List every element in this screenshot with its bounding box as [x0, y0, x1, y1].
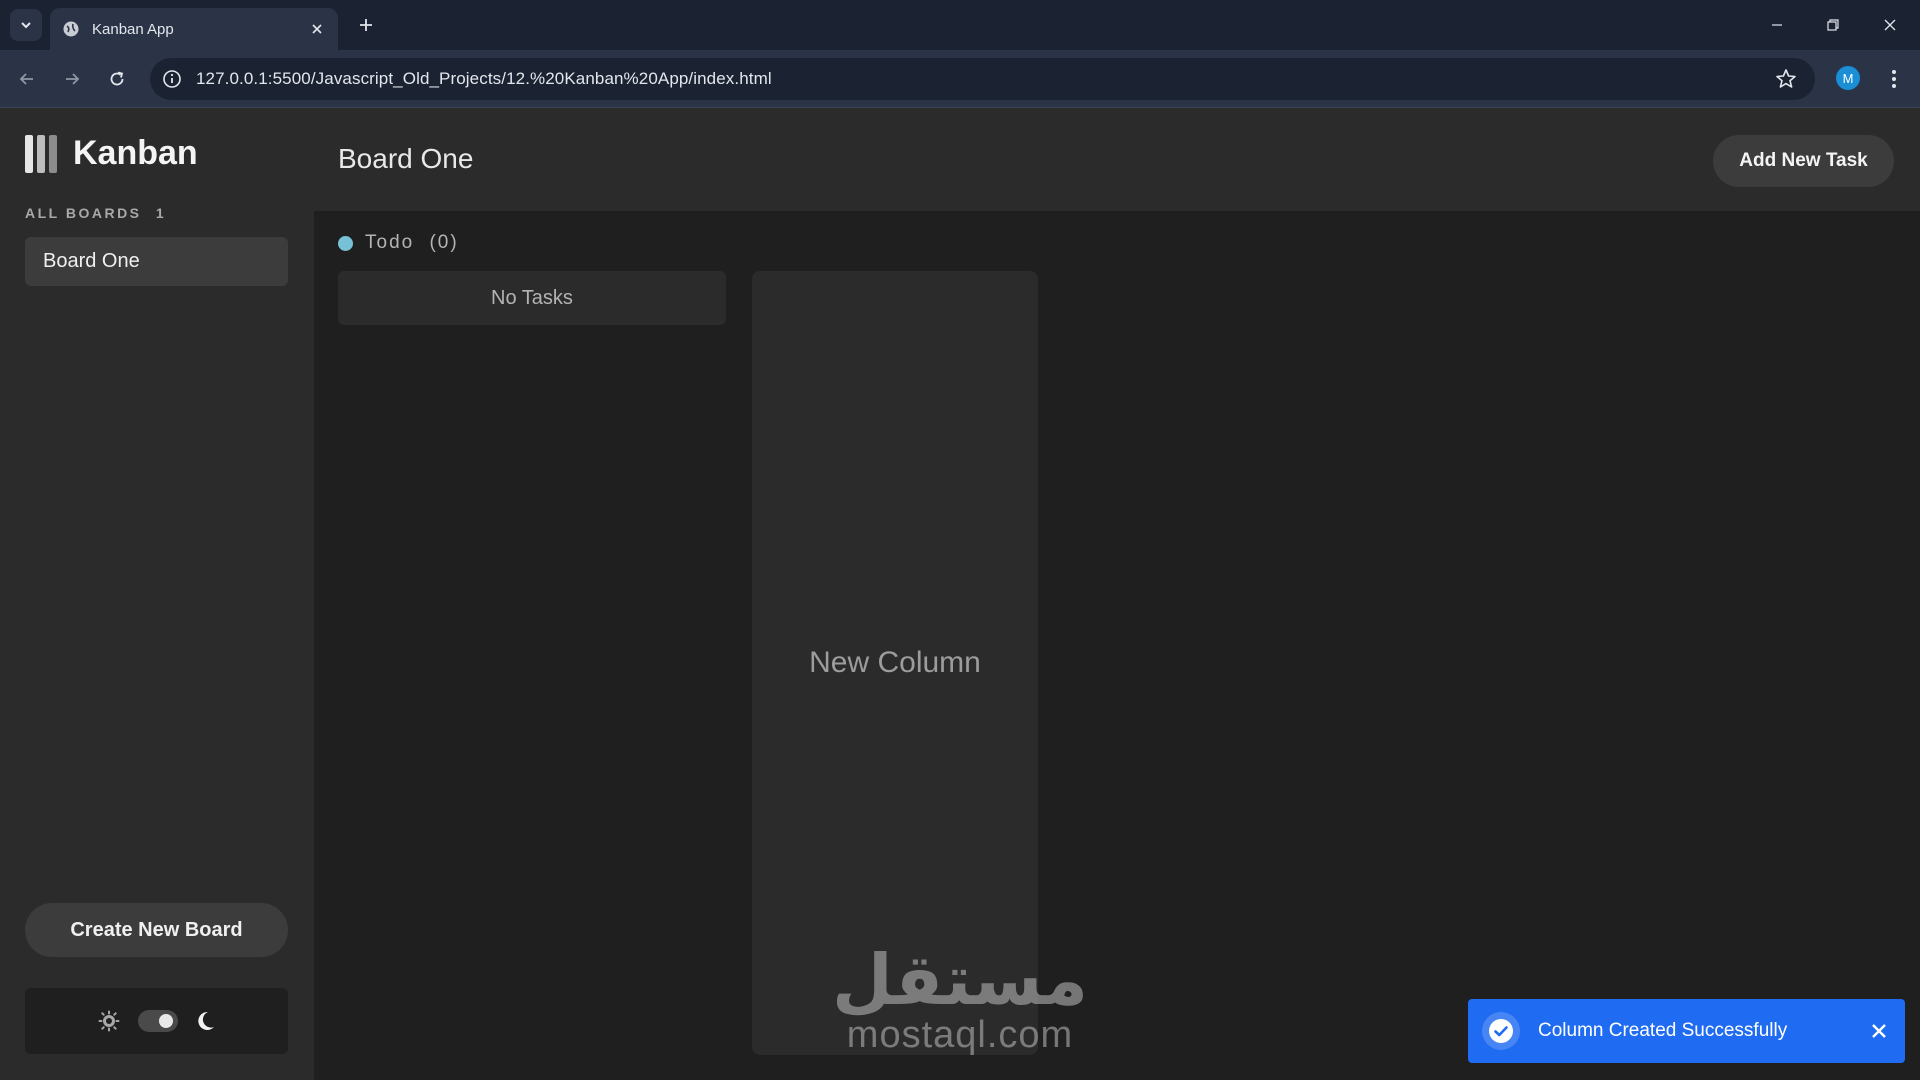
- moon-icon: [197, 1011, 214, 1030]
- kebab-menu-icon: [1892, 70, 1896, 88]
- create-new-board-button[interactable]: Create New Board: [25, 903, 288, 957]
- plus-icon: [360, 19, 372, 31]
- theme-toggle[interactable]: [137, 1010, 178, 1032]
- toast-message: Column Created Successfully: [1538, 1020, 1788, 1041]
- forward-button[interactable]: [60, 67, 84, 91]
- star-icon[interactable]: [1775, 68, 1797, 90]
- restore-button[interactable]: [1821, 13, 1845, 37]
- board-area: Todo (0) No Tasks New Column: [314, 211, 1920, 1080]
- watermark-latin: mostaql.com: [846, 1014, 1074, 1056]
- close-window-button[interactable]: [1878, 13, 1902, 37]
- new-column-button[interactable]: New Column: [752, 271, 1038, 1055]
- success-toast: Column Created Successfully: [1468, 999, 1905, 1063]
- tab-search-button[interactable]: [10, 9, 42, 41]
- theme-toggle-knob: [158, 1014, 173, 1028]
- column-title: Todo (0): [365, 232, 459, 253]
- close-icon: [1884, 19, 1896, 31]
- browser-tabstrip: Kanban App: [0, 0, 1920, 50]
- forward-arrow-icon: [66, 73, 80, 85]
- back-arrow-icon: [19, 73, 33, 85]
- logo: Kanban: [25, 134, 198, 173]
- restore-icon: [1827, 19, 1839, 31]
- site-info-icon[interactable]: [162, 69, 182, 89]
- check-circle-icon: [1482, 1012, 1520, 1050]
- minimize-icon: [1772, 24, 1782, 26]
- reload-icon: [110, 71, 124, 86]
- theme-switcher: [25, 988, 288, 1054]
- browser-toolbar: 127.0.0.1:5500/Javascript_Old_Projects/1…: [0, 50, 1920, 108]
- tab-title: Kanban App: [92, 20, 174, 38]
- kanban-logo-icon: [25, 134, 57, 173]
- toast-close-button[interactable]: [1859, 1011, 1899, 1051]
- board-count: 1: [155, 205, 167, 221]
- column-status-dot: [338, 235, 353, 251]
- logo-text: Kanban: [73, 134, 198, 172]
- board-header: Board One Add New Task: [314, 108, 1920, 211]
- close-icon: [312, 24, 322, 34]
- minimize-button[interactable]: [1765, 13, 1789, 37]
- column-header-todo: Todo (0): [338, 232, 459, 254]
- all-boards-heading: ALL BOARDS 1: [25, 205, 166, 221]
- empty-column-placeholder: No Tasks: [338, 271, 726, 325]
- chevron-down-icon: [21, 22, 31, 29]
- close-icon: [1872, 1024, 1886, 1038]
- watermark: مستقل mostaql.com: [832, 945, 1088, 1065]
- back-button[interactable]: [15, 67, 39, 91]
- board-item-label: Board One: [43, 250, 140, 272]
- add-new-task-button[interactable]: Add New Task: [1713, 135, 1894, 187]
- profile-avatar[interactable]: M: [1836, 66, 1860, 90]
- reload-button[interactable]: [105, 67, 129, 91]
- globe-icon: [63, 21, 79, 37]
- page-title: Board One: [338, 143, 474, 174]
- url-text[interactable]: 127.0.0.1:5500/Javascript_Old_Projects/1…: [196, 69, 772, 89]
- sidebar: Kanban ALL BOARDS 1 Board One Create New…: [0, 108, 314, 1080]
- all-boards-label: ALL BOARDS: [25, 205, 142, 221]
- tab-close-button[interactable]: [308, 20, 326, 38]
- watermark-arabic: مستقل: [832, 939, 1089, 1021]
- browser-tab[interactable]: Kanban App: [50, 8, 338, 50]
- sun-icon: [98, 1010, 119, 1032]
- browser-menu-button[interactable]: [1882, 66, 1906, 92]
- address-bar[interactable]: 127.0.0.1:5500/Javascript_Old_Projects/1…: [150, 58, 1815, 100]
- new-tab-button[interactable]: [356, 15, 376, 35]
- sidebar-item-board-one[interactable]: Board One: [25, 237, 288, 286]
